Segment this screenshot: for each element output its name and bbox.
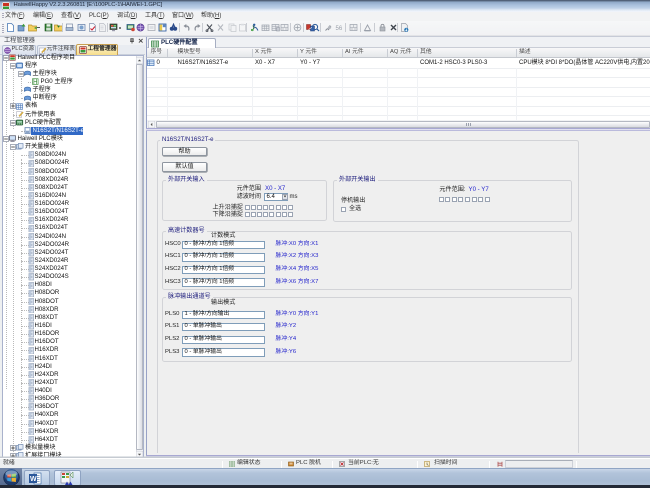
svg-text:56: 56 <box>335 26 342 32</box>
svg-text:W: W <box>30 476 37 483</box>
